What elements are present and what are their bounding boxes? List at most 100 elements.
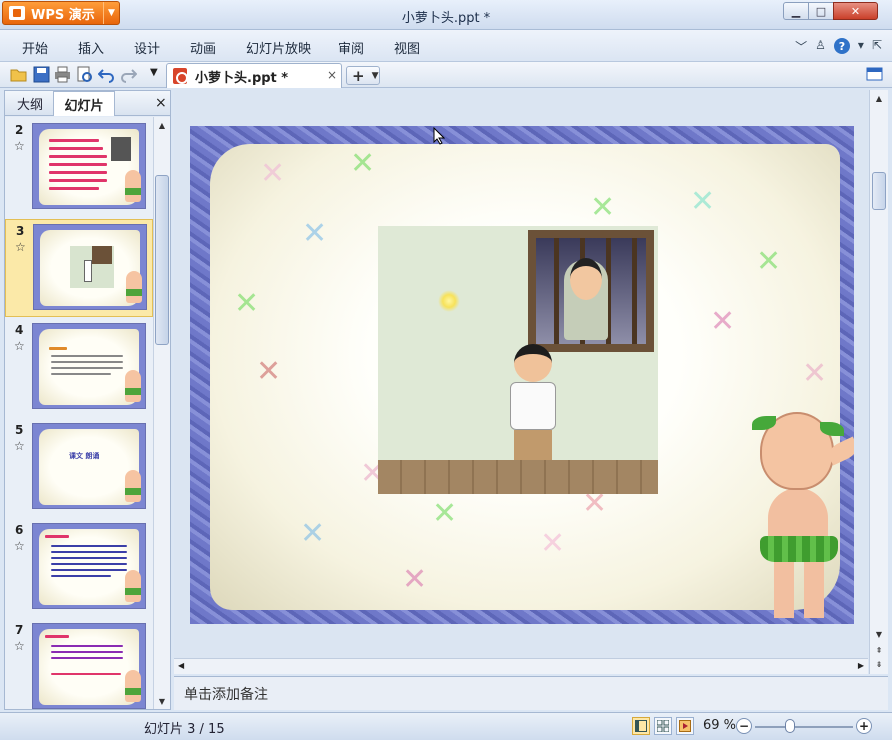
redo-icon[interactable] — [120, 66, 137, 83]
help-dropdown-icon[interactable]: ▾ — [858, 38, 864, 55]
menu-insert[interactable]: 插入 — [78, 38, 104, 57]
pin-icon[interactable]: ⇱ — [872, 38, 882, 55]
slideshow-button[interactable] — [676, 717, 694, 735]
previous-slide-icon[interactable]: ⇞ — [872, 644, 886, 656]
pane-tabs: 大纲 幻灯片 × — [5, 91, 170, 116]
star-icon[interactable]: ☆ — [14, 639, 25, 653]
sparkle-icon: ✕ — [234, 286, 260, 321]
new-tab-button[interactable]: + ▼ — [346, 66, 380, 85]
tab-slides[interactable]: 幻灯片 — [53, 91, 115, 116]
undo-icon[interactable] — [98, 66, 115, 83]
sparkle-icon: ✕ — [590, 190, 616, 225]
story-illustration-image[interactable] — [378, 226, 658, 494]
slide-sorter-button[interactable] — [654, 717, 672, 735]
zoom-level: 69 % — [703, 718, 737, 733]
zoom-in-button[interactable]: + — [856, 718, 872, 734]
menu-slideshow[interactable]: 幻灯片放映 — [246, 38, 311, 57]
star-icon[interactable]: ☆ — [14, 139, 25, 153]
quick-access-toolbar: ▼ 小萝卜头.ppt * × + ▼ — [0, 62, 892, 88]
normal-view-icon — [635, 720, 647, 732]
slide-counter: 幻灯片 3 / 15 — [144, 722, 225, 737]
slide-thumbnail-3[interactable]: 3 ☆ — [5, 219, 153, 317]
sparkle-icon: ✕ — [540, 526, 566, 561]
sparkle-icon: ✕ — [300, 516, 326, 551]
slide-vertical-scrollbar[interactable]: ▲ ▼ ⇞ ⇟ — [869, 90, 888, 674]
sparkle-icon: ✕ — [690, 184, 716, 219]
slide-preview: 课文 朗诵 — [32, 423, 146, 509]
help-icon[interactable]: ? — [833, 38, 850, 54]
menu-review[interactable]: 审阅 — [338, 38, 364, 57]
maximize-button[interactable]: □ — [808, 2, 834, 20]
ppt-file-icon — [173, 68, 188, 84]
window-layout-icon[interactable] — [866, 66, 883, 83]
document-tab[interactable]: 小萝卜头.ppt * × — [166, 63, 342, 88]
open-folder-icon[interactable] — [10, 66, 27, 83]
menu-animation[interactable]: 动画 — [190, 38, 216, 57]
zoom-out-button[interactable]: − — [736, 718, 752, 734]
print-preview-icon[interactable] — [76, 66, 93, 83]
sparkle-icon: ✕ — [302, 216, 328, 251]
slide-number: 7 — [15, 623, 24, 637]
slide-preview — [33, 224, 147, 310]
scroll-down-icon[interactable]: ▼ — [154, 693, 170, 709]
slide-thumbnail-4[interactable]: 4 ☆ — [5, 319, 153, 417]
star-icon[interactable]: ☆ — [14, 339, 25, 353]
scrollbar-thumb[interactable] — [872, 172, 886, 210]
slide-preview — [32, 523, 146, 609]
sparkle-icon: ✕ — [432, 496, 458, 531]
prisoner-figure — [564, 258, 608, 340]
scroll-up-icon[interactable]: ▲ — [154, 117, 170, 133]
scrollbar-thumb[interactable] — [155, 175, 169, 345]
menu-home[interactable]: 开始 — [22, 38, 48, 57]
zoom-slider-thumb[interactable] — [785, 719, 795, 733]
sparkle-icon: ✕ — [756, 244, 782, 279]
plus-icon: + — [352, 66, 365, 85]
print-icon[interactable] — [54, 66, 71, 83]
customize-toolbar-icon[interactable]: ▼ — [150, 67, 158, 78]
slide-canvas[interactable]: ✕ ✕ ✕ ✕ ✕ ✕ ✕ ✕ ✕ ✕ ✕ ✕ ✕ ✕ ✕ ✕ — [190, 126, 854, 624]
normal-view-button[interactable] — [632, 717, 650, 735]
menu-design[interactable]: 设计 — [134, 38, 160, 57]
slide-thumbnail-5[interactable]: 5 ☆ 课文 朗诵 — [5, 419, 153, 517]
star-icon[interactable]: ☆ — [14, 439, 25, 453]
ribbon-menu-bar: 开始 插入 设计 动画 幻灯片放映 审阅 视图 ﹀ ♙ ? ▾ ⇱ — [0, 30, 892, 62]
slide-number: 2 — [15, 123, 24, 137]
sparkle-icon: ✕ — [260, 156, 286, 191]
slide-thumbnail-6[interactable]: 6 ☆ — [5, 519, 153, 617]
slides-pane: 大纲 幻灯片 × 2 ☆ 3 ☆ 4 ☆ 5 ☆ 课文 朗诵 6 ☆ 7 ☆ ▲… — [4, 90, 171, 710]
elf-character-image[interactable] — [750, 412, 854, 624]
star-icon[interactable]: ☆ — [15, 240, 26, 254]
slide-thumbnail-2[interactable]: 2 ☆ — [5, 119, 153, 217]
collapse-ribbon-icon[interactable]: ﹀ — [795, 38, 807, 55]
slide-preview — [32, 323, 146, 409]
slide-thumbnail-list: 2 ☆ 3 ☆ 4 ☆ 5 ☆ 课文 朗诵 6 ☆ 7 ☆ — [5, 117, 153, 709]
status-bar: 幻灯片 3 / 15 69 % − + — [0, 712, 892, 740]
minimize-button[interactable]: ▁ — [783, 2, 809, 20]
slides-pane-scrollbar[interactable]: ▲ ▼ — [153, 117, 170, 709]
zoom-slider-track[interactable] — [755, 726, 853, 728]
scroll-right-icon[interactable]: ▶ — [858, 661, 864, 670]
close-tab-button[interactable]: × — [327, 68, 337, 82]
next-slide-icon[interactable]: ⇟ — [872, 658, 886, 670]
skin-icon[interactable]: ♙ — [815, 38, 826, 55]
scroll-up-icon[interactable]: ▲ — [872, 92, 886, 104]
close-pane-button[interactable]: × — [155, 95, 167, 111]
chevron-down-icon[interactable]: ▼ — [372, 71, 379, 81]
slide-thumbnail-7[interactable]: 7 ☆ — [5, 619, 153, 709]
notes-pane[interactable]: 单击添加备注 — [174, 676, 888, 710]
tab-outline[interactable]: 大纲 — [9, 91, 51, 116]
scroll-left-icon[interactable]: ◀ — [178, 661, 184, 670]
star-icon[interactable]: ☆ — [14, 539, 25, 553]
sparkle-icon: ✕ — [710, 304, 736, 339]
scroll-down-icon[interactable]: ▼ — [872, 628, 886, 640]
slide-number: 5 — [15, 423, 24, 437]
close-window-button[interactable]: ✕ — [833, 2, 878, 20]
menu-view[interactable]: 视图 — [394, 38, 420, 57]
slide-sorter-icon — [657, 720, 669, 732]
slide-preview — [32, 123, 146, 209]
mouse-cursor-icon — [433, 127, 445, 145]
slide-horizontal-scrollbar[interactable]: ◀ ▶ — [174, 658, 868, 674]
save-icon[interactable] — [33, 66, 50, 83]
sparkle-icon: ✕ — [802, 356, 828, 391]
sparkle-icon: ✕ — [350, 146, 376, 181]
